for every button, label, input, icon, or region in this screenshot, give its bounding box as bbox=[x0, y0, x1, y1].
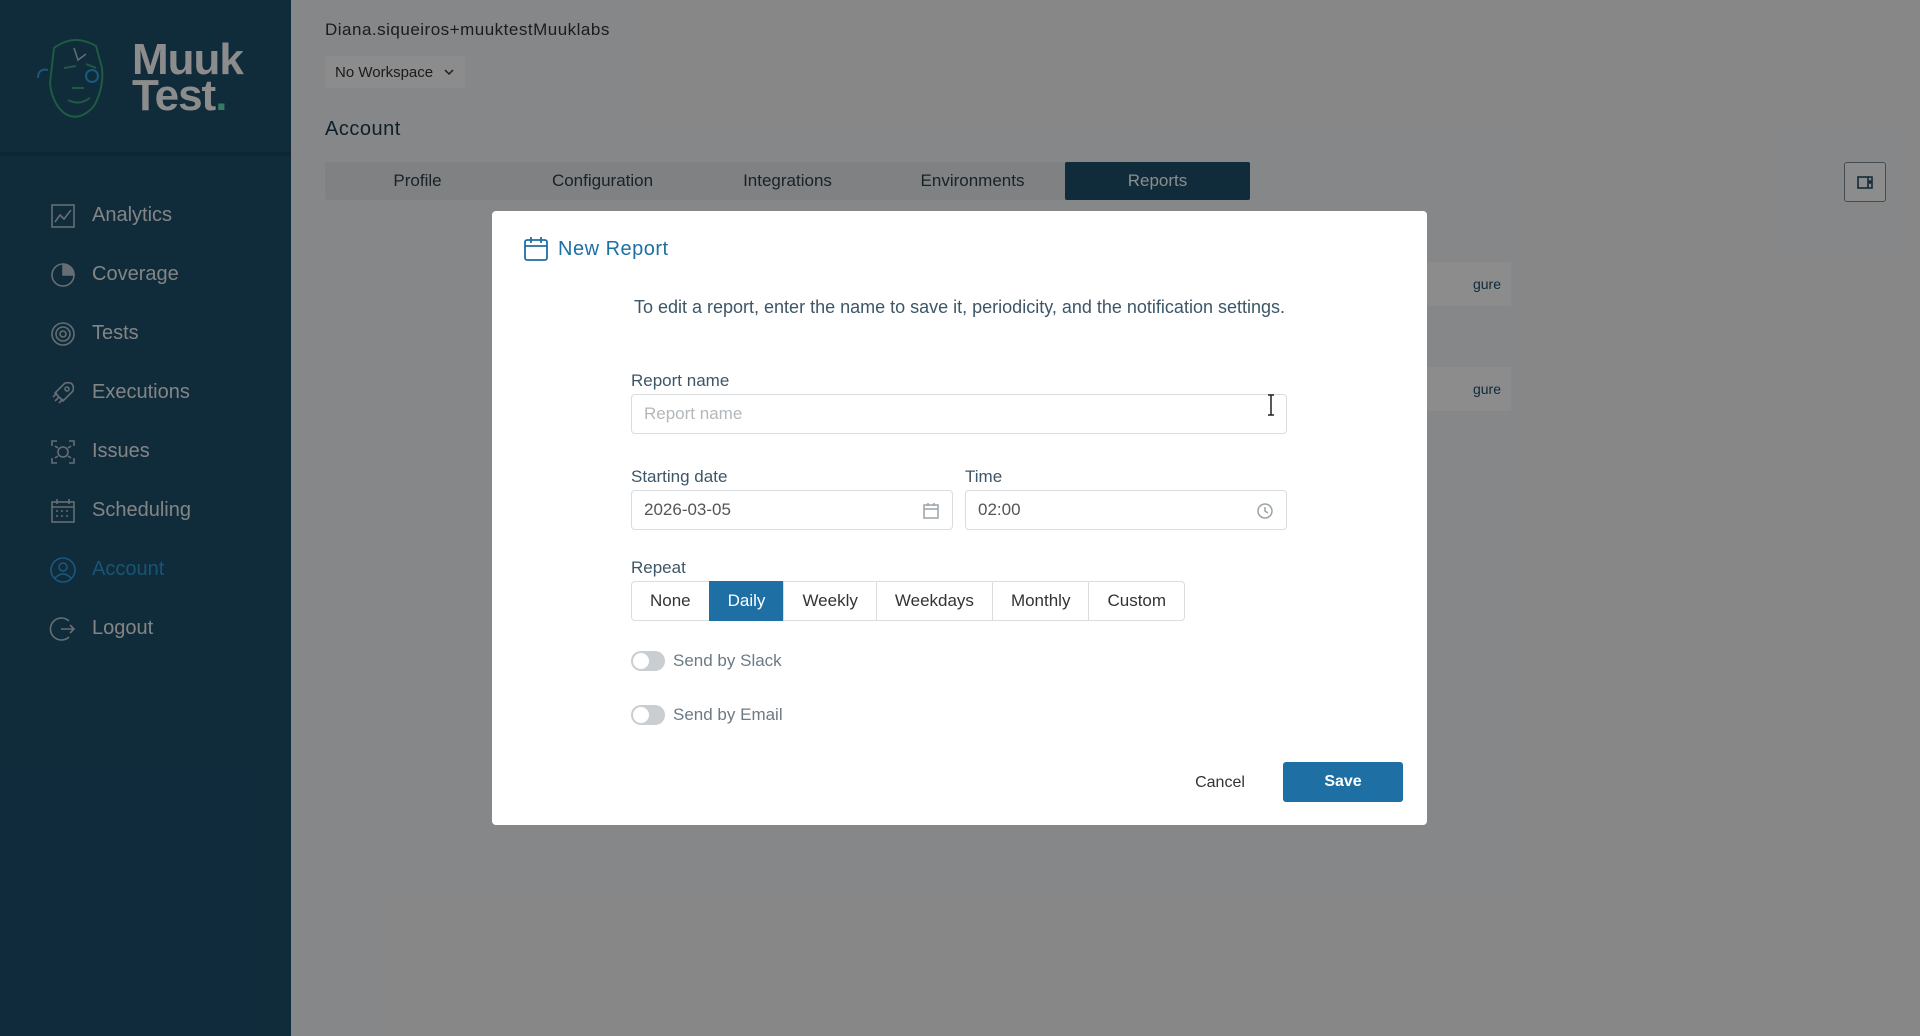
dialog-description: To edit a report, enter the name to save… bbox=[633, 297, 1286, 317]
repeat-monthly-button[interactable]: Monthly bbox=[991, 581, 1090, 621]
send-slack-toggle[interactable] bbox=[631, 651, 665, 671]
send-slack-label: Send by Slack bbox=[673, 651, 782, 670]
new-report-dialog: New Report To edit a report, enter the n… bbox=[492, 211, 1427, 825]
report-name-label: Report name bbox=[631, 371, 730, 390]
save-button[interactable]: Save bbox=[1283, 762, 1403, 802]
starting-date-label: Starting date bbox=[631, 467, 728, 486]
calendar-icon bbox=[923, 503, 939, 519]
send-email-row: Send by Email bbox=[631, 705, 783, 725]
calendar-icon bbox=[524, 237, 548, 261]
dialog-title: New Report bbox=[558, 237, 669, 260]
repeat-options: None Daily Weekly Weekdays Monthly Custo… bbox=[631, 581, 1186, 621]
cancel-button[interactable]: Cancel bbox=[1180, 764, 1260, 802]
send-slack-row: Send by Slack bbox=[631, 651, 782, 671]
send-email-toggle[interactable] bbox=[631, 705, 665, 725]
repeat-daily-button[interactable]: Daily bbox=[708, 581, 785, 621]
starting-date-input[interactable]: 2026-03-05 bbox=[631, 490, 953, 530]
starting-date-value: 2026-03-05 bbox=[644, 500, 731, 519]
text-cursor-icon bbox=[1268, 394, 1274, 416]
dialog-header: New Report bbox=[522, 235, 669, 263]
repeat-custom-button[interactable]: Custom bbox=[1088, 581, 1186, 621]
time-label: Time bbox=[965, 467, 1003, 486]
repeat-weekdays-button[interactable]: Weekdays bbox=[875, 581, 993, 621]
time-input[interactable]: 02:00 bbox=[965, 490, 1287, 530]
repeat-weekly-button[interactable]: Weekly bbox=[783, 581, 877, 621]
time-value: 02:00 bbox=[978, 500, 1021, 519]
report-name-input[interactable]: Report name bbox=[631, 394, 1287, 434]
repeat-label: Repeat bbox=[631, 558, 686, 577]
send-email-label: Send by Email bbox=[673, 705, 783, 724]
repeat-none-button[interactable]: None bbox=[631, 581, 710, 621]
clock-icon bbox=[1257, 503, 1273, 519]
